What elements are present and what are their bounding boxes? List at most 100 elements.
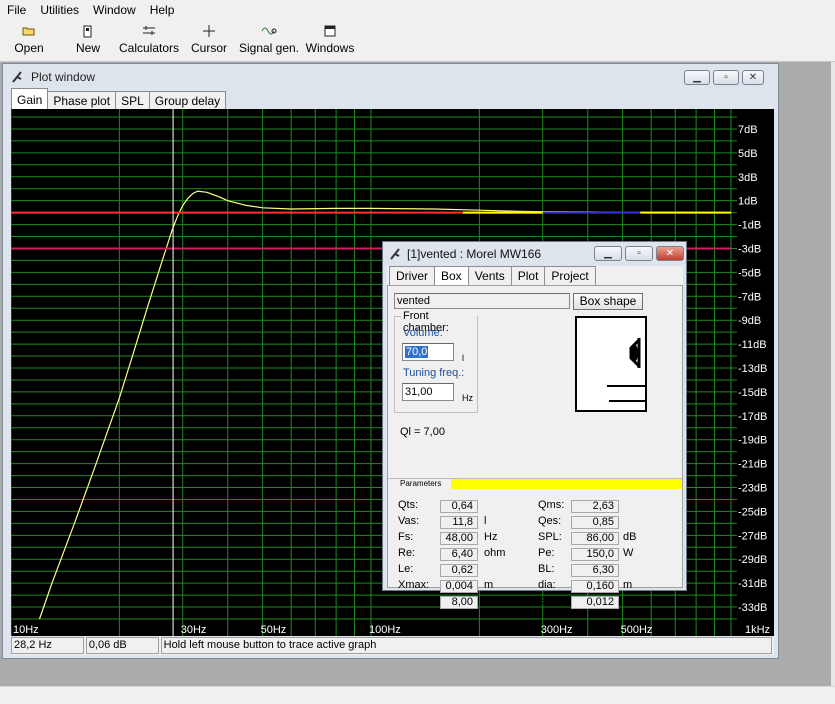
param-unit: m — [623, 579, 633, 591]
tab-phase-plot[interactable]: Phase plot — [47, 91, 117, 109]
param-value: 0,004 — [440, 580, 478, 593]
param-label: Vas: — [398, 515, 420, 527]
x-tick-label: 50Hz — [261, 624, 287, 636]
box-shape-button[interactable]: Box shape — [573, 293, 643, 310]
param-unit: m^2 — [623, 595, 644, 607]
front-chamber-group: Front chamber: Volume: 70,0 l Tuning fre… — [394, 310, 478, 413]
x-tick-label: 300Hz — [541, 624, 573, 636]
y-tick-label: -21dB — [738, 459, 767, 471]
volume-label: Volume: — [403, 327, 443, 339]
param-value: 0,160 — [571, 580, 619, 593]
tuning-freq-label: Tuning freq.: — [403, 367, 465, 379]
param-label: Fs: — [398, 531, 414, 543]
volume-unit: l — [462, 353, 464, 363]
calculators-icon — [142, 25, 156, 41]
cursor-icon — [203, 25, 215, 41]
x-tick-label: 500Hz — [621, 624, 653, 636]
box-shape-image — [575, 316, 647, 412]
tab-group-delay[interactable]: Group delay — [148, 91, 227, 109]
y-tick-label: -31dB — [738, 578, 767, 590]
y-tick-label: -9dB — [738, 315, 761, 327]
y-tick-label: -5dB — [738, 267, 761, 279]
y-tick-label: 3dB — [738, 172, 758, 184]
status-gain: 0,06 dB — [85, 637, 159, 654]
tab-driver[interactable]: Driver — [389, 266, 435, 285]
param-unit: dB — [623, 531, 637, 543]
param-label: Qes: — [538, 515, 562, 527]
y-tick-label: -33dB — [738, 602, 767, 614]
param-unit: W — [623, 547, 634, 559]
minimize-button[interactable]: ▁ — [684, 70, 710, 85]
parameters-bar: Parameters — [388, 478, 682, 489]
dialog-close-button[interactable]: ✕ — [656, 246, 684, 261]
param-unit: ohm — [484, 547, 506, 559]
box-panel: vented Box shape Front chamber: Volume: … — [387, 285, 683, 609]
y-tick-label: 7dB — [738, 124, 758, 136]
open-folder-icon — [22, 25, 36, 41]
param-value: 0,012 — [571, 596, 619, 609]
tuning-freq-unit: Hz — [462, 393, 473, 403]
toolbar: Open New Calculators Cursor Signal gen. … — [0, 20, 835, 62]
param-label: Qts: — [398, 499, 419, 511]
tab-spl[interactable]: SPL — [115, 91, 150, 109]
y-tick-label: 5dB — [738, 148, 758, 160]
tab-gain[interactable]: Gain — [11, 88, 49, 109]
param-value: 8,00 — [440, 596, 478, 609]
param-value: 2,63 — [571, 500, 619, 513]
param-label: Le: — [398, 563, 414, 575]
y-tick-label: -13dB — [738, 363, 767, 375]
signal-gen-button[interactable]: Signal gen. — [238, 20, 300, 62]
volume-input[interactable]: 70,0 — [402, 343, 454, 361]
app-icon — [12, 71, 22, 83]
param-value: 0,64 — [440, 500, 478, 513]
cursor-button[interactable]: Cursor — [180, 20, 238, 62]
maximize-button[interactable]: ▫ — [713, 70, 739, 85]
param-label: Xmax: — [398, 579, 430, 591]
param-label: BL: — [538, 563, 555, 575]
signal-gen-label: Signal gen. — [238, 41, 300, 55]
windows-label: Windows — [305, 41, 355, 55]
dialog-maximize-button[interactable]: ▫ — [625, 246, 653, 261]
param-value: 6,30 — [571, 564, 619, 577]
speaker-box-icon — [607, 338, 645, 402]
y-tick-label: -23dB — [738, 483, 767, 495]
x-tick-label: 30Hz — [181, 624, 207, 636]
mdi-scrollbar[interactable] — [831, 62, 835, 686]
menu-utilities[interactable]: Utilities — [33, 0, 86, 20]
menu-window[interactable]: Window — [86, 0, 143, 20]
dialog-icon — [390, 248, 400, 260]
dialog-title: [1]vented : Morel MW166 — [407, 247, 542, 261]
tuning-freq-input[interactable]: 31,00 — [402, 383, 454, 401]
plot-tabs: Gain Phase plot SPL Group delay — [11, 88, 227, 109]
box-name-field[interactable]: vented — [394, 293, 570, 309]
tab-project[interactable]: Project — [544, 266, 596, 285]
windows-icon — [324, 25, 336, 41]
plot-status-bar: 28,2 Hz 0,06 dB Hold left mouse button t… — [11, 637, 774, 655]
cursor-label: Cursor — [190, 41, 227, 55]
param-value: 0,85 — [571, 516, 619, 529]
y-tick-label: -15dB — [738, 387, 767, 399]
signal-gen-icon — [261, 25, 277, 41]
dialog-minimize-button[interactable]: ▁ — [594, 246, 622, 261]
new-button[interactable]: New — [58, 20, 118, 62]
volume-value: 70,0 — [405, 346, 429, 358]
menu-bar: File Utilities Window Help — [0, 0, 835, 20]
param-value: 11,8 — [440, 516, 478, 529]
tab-box[interactable]: Box — [434, 266, 469, 285]
param-label: SPL: — [538, 531, 562, 543]
y-tick-label: -11dB — [738, 339, 767, 351]
plot-window-title: Plot window — [31, 70, 96, 84]
param-unit: m — [484, 579, 494, 591]
tab-plot[interactable]: Plot — [510, 266, 546, 285]
menu-help[interactable]: Help — [143, 0, 182, 20]
menu-file[interactable]: File — [0, 0, 33, 20]
close-button[interactable]: ✕ — [742, 70, 764, 85]
param-unit: l — [484, 515, 487, 527]
main-status-bar — [0, 686, 835, 704]
windows-button[interactable]: Windows — [300, 20, 360, 62]
open-button[interactable]: Open — [0, 20, 58, 62]
calculators-button[interactable]: Calculators — [118, 20, 180, 62]
tab-vents[interactable]: Vents — [467, 266, 512, 285]
new-label: New — [75, 41, 100, 55]
param-label: Sd: — [538, 595, 555, 607]
